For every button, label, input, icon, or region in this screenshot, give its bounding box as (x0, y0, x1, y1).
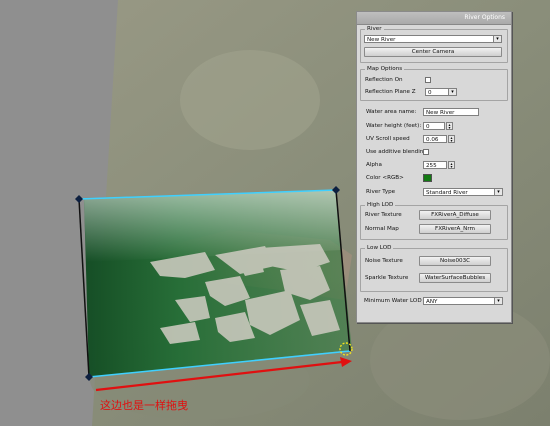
water-height-spinner[interactable]: ▴ ▾ (446, 122, 453, 130)
river-texture-button[interactable]: FXRiverA_Diffuse (419, 210, 491, 220)
uv-scroll-input[interactable]: 0.06 (423, 135, 447, 143)
uv-scroll-spinner[interactable]: ▴ ▾ (448, 135, 455, 143)
reflection-plane-label: Reflection Plane Z (365, 89, 416, 95)
center-camera-button[interactable]: Center Camera (364, 47, 502, 57)
additive-blending-label: Use additive blending (366, 149, 427, 155)
normal-map-button[interactable]: FXRiverA_Nrm (419, 224, 491, 234)
river-options-panel: River Options River New River ▾ Center C… (356, 11, 512, 323)
river-texture-label: River Texture (365, 212, 402, 218)
map-options-group: Map Options Reflection On Reflection Pla… (360, 66, 508, 101)
reflection-plane-value: 0 (428, 90, 432, 96)
river-select-value: New River (367, 37, 396, 43)
alpha-spinner[interactable]: ▴ ▾ (448, 161, 455, 169)
reflection-on-label: Reflection On (365, 77, 403, 83)
chevron-down-icon: ▾ (448, 89, 456, 95)
color-swatch[interactable] (423, 174, 432, 182)
river-group-title: River (365, 26, 384, 33)
water-area-name-input[interactable]: New River (423, 108, 479, 116)
chevron-down-icon: ▾ (493, 36, 501, 42)
sparkle-texture-label: Sparkle Texture (365, 275, 409, 281)
panel-title: River Options (357, 12, 511, 25)
uv-scroll-label: UV Scroll speed (366, 136, 410, 142)
water-height-input[interactable]: 0 (423, 122, 445, 130)
alpha-label: Alpha (366, 162, 382, 168)
river-select[interactable]: New River ▾ (364, 35, 502, 43)
river-type-label: River Type (366, 189, 396, 195)
chevron-down-icon: ▾ (494, 298, 502, 304)
water-area-name-label: Water area name: (366, 109, 417, 115)
chevron-down-icon: ▾ (494, 189, 502, 195)
high-lod-title: High LOD (365, 202, 396, 209)
min-water-lod-value: ANY (426, 299, 438, 305)
reflection-on-checkbox[interactable] (425, 77, 431, 83)
annotation-label: 这边也是一样拖曳 (100, 399, 188, 412)
additive-blending-checkbox[interactable] (423, 149, 429, 155)
map-options-title: Map Options (365, 66, 405, 73)
sparkle-texture-button[interactable]: WaterSurfaceBubbles (419, 273, 491, 283)
color-label: Color <RGB> (366, 175, 404, 181)
normal-map-label: Normal Map (365, 226, 399, 232)
river-type-select[interactable]: Standard River ▾ (423, 188, 503, 196)
river-type-value: Standard River (426, 190, 468, 196)
noise-texture-label: Noise Texture (365, 258, 403, 264)
alpha-input[interactable]: 255 (423, 161, 447, 169)
low-lod-group: Low LOD Noise Texture Noise003C Sparkle … (360, 245, 508, 292)
water-height-label: Water height (feet): (366, 123, 422, 129)
high-lod-group: High LOD River Texture FXRiverA_Diffuse … (360, 202, 508, 240)
min-water-lod-select[interactable]: ANY ▾ (423, 297, 503, 305)
low-lod-title: Low LOD (365, 245, 394, 252)
reflection-plane-select[interactable]: 0 ▾ (425, 88, 457, 96)
min-water-lod-label: Minimum Water LOD (364, 298, 422, 304)
noise-texture-button[interactable]: Noise003C (419, 256, 491, 266)
river-group: River New River ▾ Center Camera (360, 26, 508, 63)
